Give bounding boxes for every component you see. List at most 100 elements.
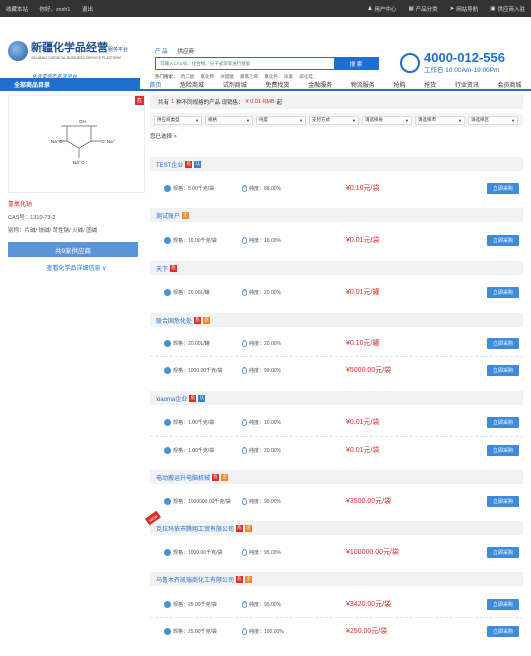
spec-icon (164, 600, 171, 608)
purity-text: 纯度：10.00% (249, 419, 281, 426)
logo-english: XINJIANG CHEMICAL BUSINESS SERVICE PLATF… (31, 56, 121, 60)
purity-text: 纯度：95.00% (249, 549, 281, 556)
svg-text:Na⁺O⁻: Na⁺O⁻ (73, 160, 88, 165)
supplier-tag-icon: 企 (203, 316, 211, 324)
offer-purity: 纯度：20.00% (242, 339, 281, 347)
supplier-tag-icon: 危 (185, 160, 193, 168)
spec-icon (164, 418, 171, 426)
buy-now-button[interactable]: 立即采购 (487, 546, 519, 558)
spec-icon (164, 627, 171, 635)
offer-price: ¥0.01元/袋 (346, 419, 380, 426)
drop-icon (242, 627, 247, 635)
supplier-header[interactable]: 联合国危化处危企 (150, 313, 523, 327)
divider (150, 356, 523, 357)
svg-text:OH: OH (79, 119, 86, 124)
hazard-badge: 危 (135, 96, 144, 105)
supplier-header[interactable]: 测试账户企 (150, 208, 523, 222)
supplier-header[interactable]: 电动搬运升电脑机械危企 (150, 470, 523, 484)
drop-icon (242, 236, 247, 244)
logo-icon (8, 41, 28, 61)
supplier-name[interactable]: 克拉玛依市腾翔工贸有限公司 (156, 524, 234, 533)
supplier-tag-icon: 危 (194, 316, 202, 324)
offer-price: ¥3500.00元/袋 (346, 498, 392, 505)
offer-price: ¥5000.00元/袋 (346, 367, 392, 374)
greeting: 你好，zxxh1 (39, 6, 71, 13)
buy-now-button[interactable]: 立即采购 (487, 337, 519, 349)
supplier-name[interactable]: TEST企业 (156, 160, 183, 169)
drop-icon (242, 339, 247, 347)
divider (150, 436, 523, 437)
supplier-tag-icon: 危 (236, 575, 244, 583)
supplier-header[interactable]: 克拉玛依市腾翔工贸有限公司危企 (150, 521, 523, 535)
supplier-tag-icon: 认 (198, 394, 206, 402)
offer-purity: 纯度：95.00% (242, 548, 281, 556)
supplier-tag-icon: 企 (221, 473, 229, 481)
spec-text: 规格：25.00千克/袋 (173, 628, 217, 635)
offer-purity: 纯度：20.00% (242, 288, 281, 296)
buy-now-button[interactable]: 立即采购 (487, 234, 519, 246)
offer-spec: 规格：1000.00千克/袋 (164, 548, 222, 556)
offer-spec: 规格：20.00L/罐 (164, 339, 210, 347)
purity-text: 纯度：10.00% (249, 237, 281, 244)
supplier-name[interactable]: 联合国危化处 (156, 316, 192, 325)
supplier-tag-icon: 危 (212, 473, 220, 481)
logout-link[interactable]: 退出 (82, 7, 93, 13)
drop-icon (242, 184, 247, 192)
purity-text: 纯度：95.00% (249, 498, 281, 505)
offer-rows: TEST企业危认规格：5.00千克/袋 纯度：88.00% ¥0.10元/袋 立即采购… (150, 0, 523, 656)
drop-icon (242, 497, 247, 505)
buy-now-button[interactable]: 立即采购 (487, 182, 519, 194)
spec-text: 规格：25.00千克/袋 (173, 601, 217, 608)
offer-price: ¥0.01元/袋 (346, 447, 380, 454)
supplier-tag-icon: 企 (245, 524, 253, 532)
supplier-header[interactable]: 天下危 (150, 261, 523, 275)
spec-icon (164, 446, 171, 454)
spec-icon (164, 497, 171, 505)
supplier-header[interactable]: TEST企业危认 (150, 157, 523, 171)
site-logo[interactable]: 新疆化学品经营服务平台 XINJIANG CHEMICAL BUSINESS S… (8, 41, 128, 61)
spec-text: 规格：20.00L/罐 (173, 340, 210, 347)
spec-text: 规格：5.00千克/袋 (173, 185, 215, 192)
offer-spec: 规格：20.00L/罐 (164, 288, 210, 296)
supplier-name[interactable]: 天下 (156, 264, 168, 273)
supplier-header[interactable]: 乌鲁木齐凯瑞商化工有限公司危企 (150, 572, 523, 586)
spec-icon (164, 236, 171, 244)
buy-now-button[interactable]: 立即采购 (487, 416, 519, 428)
bookmark-link[interactable]: 收藏本站 (6, 7, 28, 13)
offer-purity: 纯度：95.00% (242, 600, 281, 608)
all-categories-button[interactable]: 全部商品目录 (0, 78, 140, 90)
spec-text: 规格：1.00千克/袋 (173, 419, 215, 426)
offer-spec: 规格：1000.00千克/袋 (164, 366, 223, 374)
drop-icon (242, 366, 247, 374)
offer-purity: 纯度：99.00% (242, 366, 281, 374)
spec-text: 规格：20.00L/罐 (173, 289, 210, 296)
product-name: 氢氧化钠 (8, 202, 33, 208)
offer-row: 规格：1.00千克/袋 纯度：10.00% ¥0.01元/袋 立即采购 (150, 410, 523, 434)
offer-purity: 纯度：10.00% (242, 236, 281, 244)
buy-now-button[interactable]: 立即采购 (487, 364, 519, 376)
buy-now-button[interactable]: 立即采购 (487, 286, 519, 298)
spec-icon (164, 184, 171, 192)
supplier-name[interactable]: 测试账户 (156, 211, 180, 220)
buy-now-button[interactable]: 立即采购 (487, 625, 519, 637)
supplier-name[interactable]: 电动搬运升电脑机械 (156, 473, 210, 482)
spec-text: 规格：1.00千克/袋 (173, 447, 215, 454)
buy-now-button[interactable]: 立即采购 (487, 495, 519, 507)
buy-now-button[interactable]: 立即采购 (487, 598, 519, 610)
spec-text: 规格：1000.00千克/袋 (173, 367, 223, 374)
supplier-name[interactable]: 乌鲁木齐凯瑞商化工有限公司 (156, 575, 234, 584)
logo-title-suffix: 服务平台 (108, 47, 129, 53)
supplier-name[interactable]: xiaoma企业 (156, 394, 187, 403)
supplier-count-button[interactable]: 共9家供应商 (8, 242, 138, 257)
drop-icon (242, 446, 247, 454)
offer-price: ¥100000.00元/袋 (346, 549, 399, 556)
supplier-header[interactable]: xiaoma企业危认 (150, 391, 523, 405)
detail-link[interactable]: 查看化学品详细信息 ∨ (8, 263, 145, 272)
offer-row: 规格：1000.00千克/袋 纯度：99.00% ¥5000.00元/袋 立即采购 (150, 358, 523, 382)
buy-now-button[interactable]: 立即采购 (487, 444, 519, 456)
svg-text:O⁻Na⁺: O⁻Na⁺ (101, 139, 116, 144)
offer-spec: 规格：25.00千克/袋 (164, 627, 217, 635)
offer-row: 规格：10.00千克/袋 纯度：10.00% ¥0.01元/袋 立即采购 (150, 228, 523, 252)
offer-purity: 纯度：95.00% (242, 497, 281, 505)
offer-spec: 规格：1000000.00千克/袋 (164, 497, 231, 505)
